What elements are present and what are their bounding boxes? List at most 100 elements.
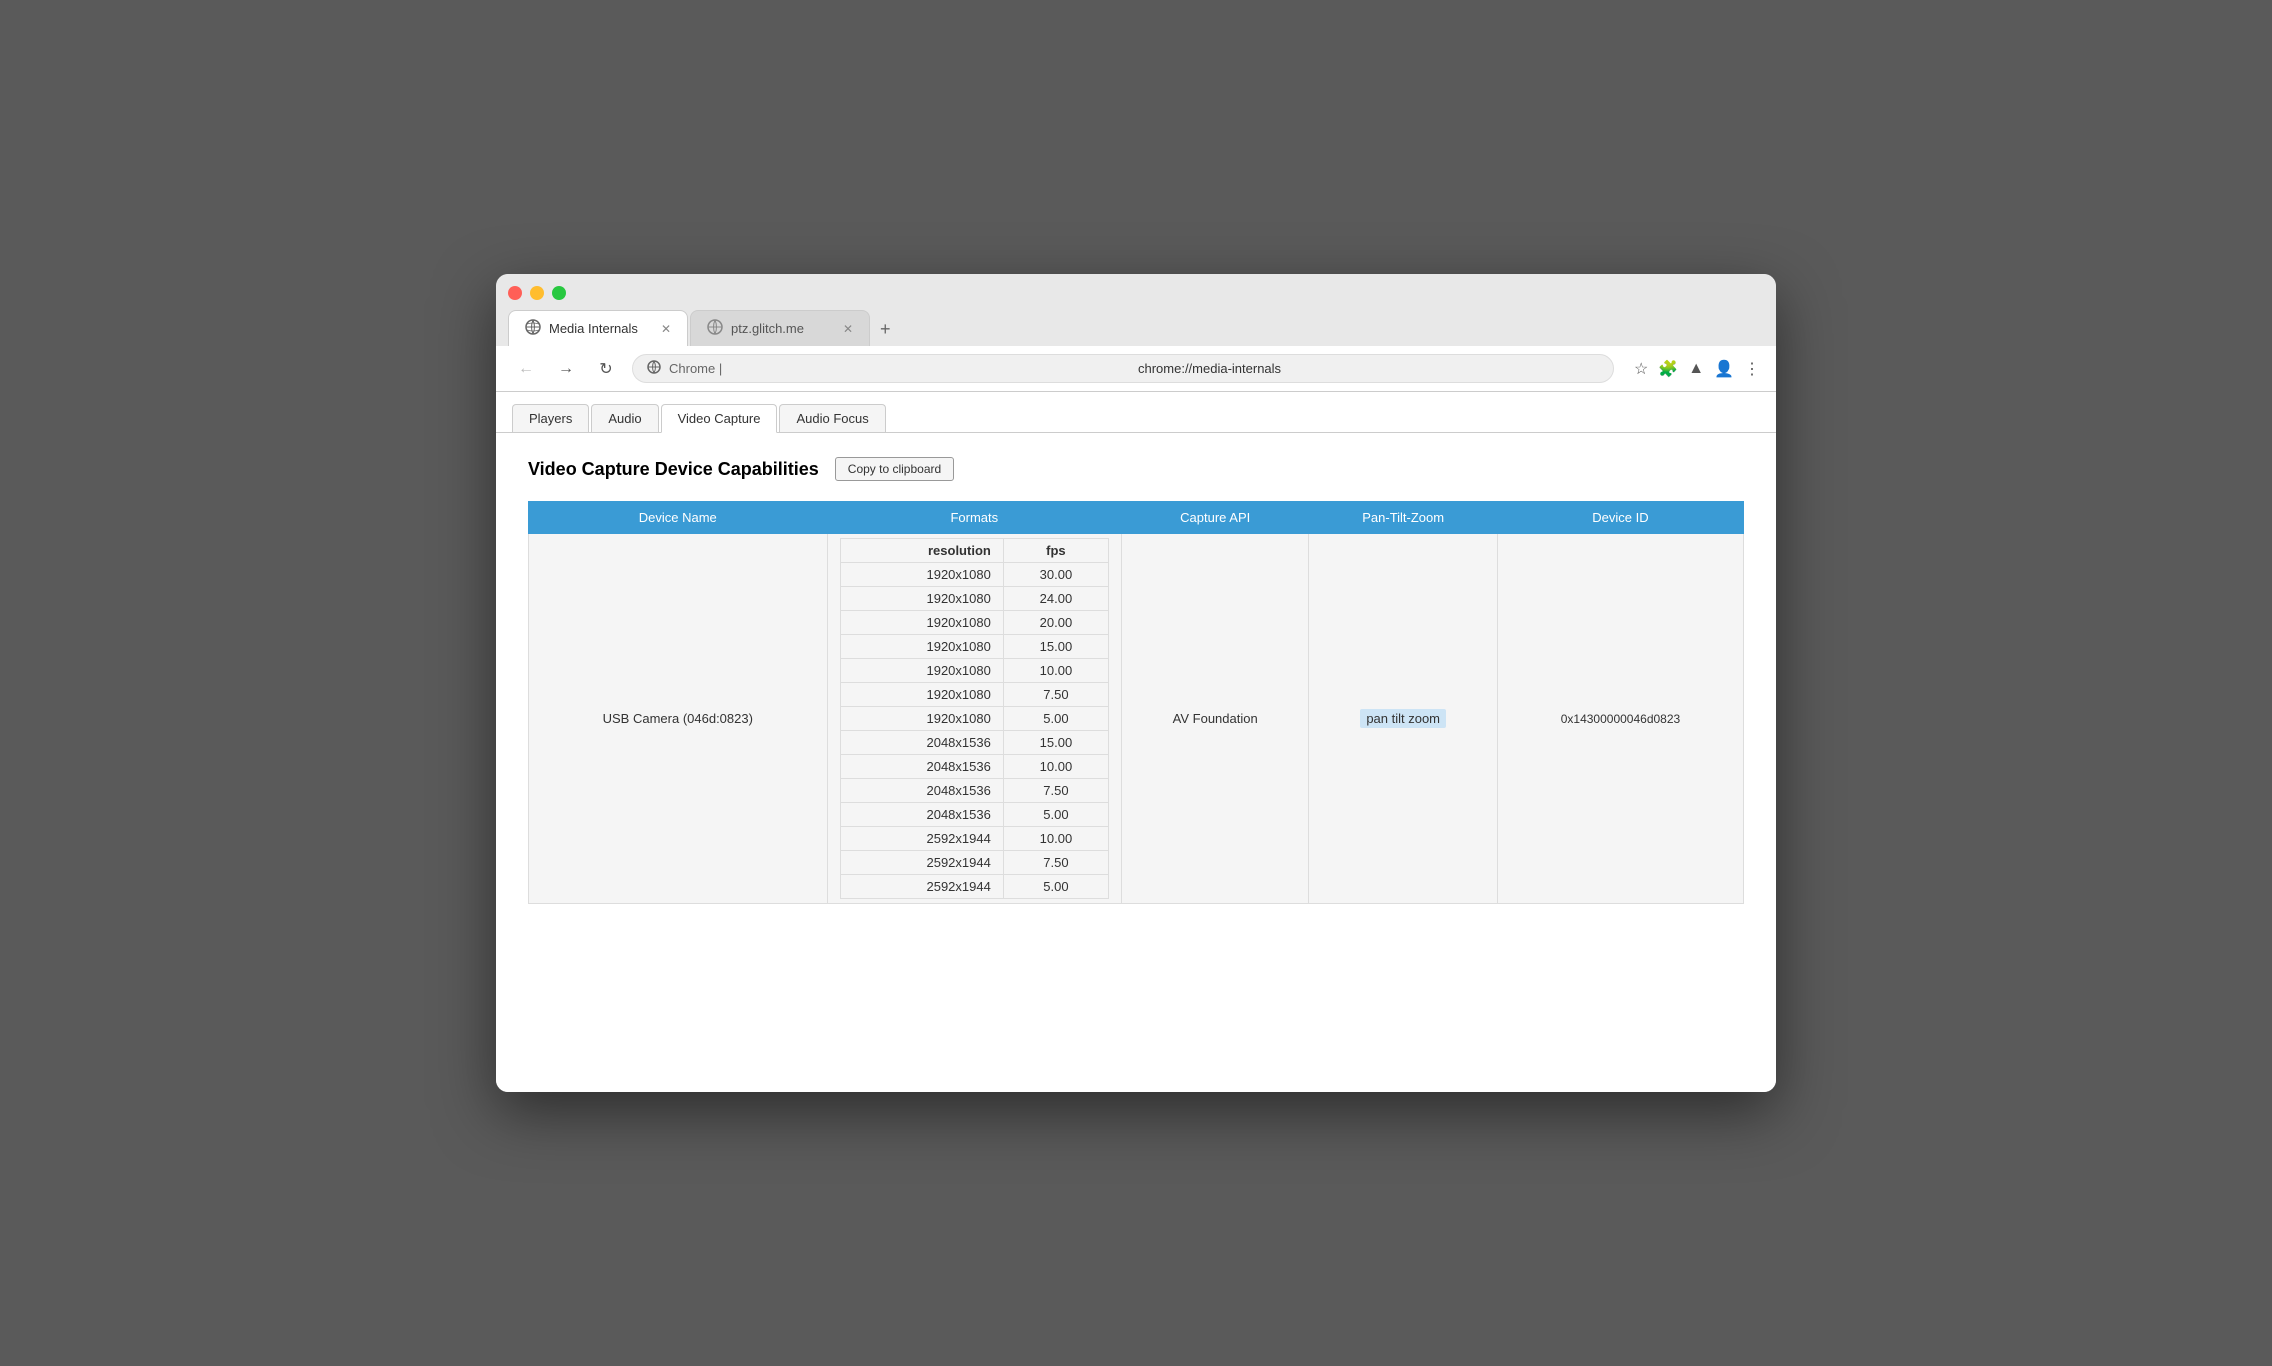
globe-icon xyxy=(525,319,541,338)
reload-button[interactable]: ↻ xyxy=(592,355,620,383)
address-prefix: Chrome | xyxy=(669,361,1130,376)
format-row: 1920x108015.00 xyxy=(840,635,1108,659)
format-fps: 5.00 xyxy=(1003,707,1108,731)
format-resolution: 1920x1080 xyxy=(840,563,1003,587)
ptz-cell: pan tilt zoom xyxy=(1309,534,1498,904)
section-title: Video Capture Device Capabilities xyxy=(528,459,819,480)
format-resolution: 2592x1944 xyxy=(840,851,1003,875)
title-bar: Media Internals ✕ ptz.glitch.me ✕ + xyxy=(496,274,1776,346)
device-id-cell: 0x14300000046d0823 xyxy=(1497,534,1743,904)
formats-inner-table: resolution fps 1920x108030.001920x108024… xyxy=(840,538,1109,899)
tab-media-internals[interactable]: Media Internals ✕ xyxy=(508,310,688,346)
tabs-bar: Media Internals ✕ ptz.glitch.me ✕ + xyxy=(508,310,1764,346)
forward-button[interactable]: → xyxy=(552,355,580,383)
format-resolution: 1920x1080 xyxy=(840,611,1003,635)
page-tab-audio-focus[interactable]: Audio Focus xyxy=(779,404,885,432)
format-resolution: 1920x1080 xyxy=(840,635,1003,659)
main-content: Video Capture Device Capabilities Copy t… xyxy=(496,433,1776,928)
format-fps: 10.00 xyxy=(1003,827,1108,851)
format-fps: 10.00 xyxy=(1003,755,1108,779)
capture-api-cell: AV Foundation xyxy=(1122,534,1309,904)
account-icon[interactable]: 👤 xyxy=(1714,359,1734,379)
star-icon[interactable]: ☆ xyxy=(1634,359,1648,379)
profile-icon[interactable]: ▲ xyxy=(1688,360,1704,378)
col-header-device-id: Device ID xyxy=(1497,502,1743,534)
capture-api-value: AV Foundation xyxy=(1173,711,1258,726)
format-fps: 10.00 xyxy=(1003,659,1108,683)
format-row: 2592x194410.00 xyxy=(840,827,1108,851)
address-bar: ← → ↻ Chrome | chrome://media-internals … xyxy=(496,346,1776,392)
format-resolution: 2592x1944 xyxy=(840,827,1003,851)
format-resolution: 1920x1080 xyxy=(840,707,1003,731)
format-resolution: 1920x1080 xyxy=(840,587,1003,611)
format-row: 1920x108024.00 xyxy=(840,587,1108,611)
format-fps: 5.00 xyxy=(1003,875,1108,899)
format-fps: 15.00 xyxy=(1003,635,1108,659)
maximize-button[interactable] xyxy=(552,286,566,300)
format-row: 2592x19447.50 xyxy=(840,851,1108,875)
format-row: 2048x153615.00 xyxy=(840,731,1108,755)
traffic-lights xyxy=(508,286,1764,310)
format-row: 1920x108030.00 xyxy=(840,563,1108,587)
formats-fps-header: fps xyxy=(1003,539,1108,563)
address-url: chrome://media-internals xyxy=(1138,361,1599,376)
ptz-value: pan tilt zoom xyxy=(1360,709,1446,728)
secure-icon xyxy=(647,360,661,377)
copy-to-clipboard-button[interactable]: Copy to clipboard xyxy=(835,457,954,481)
page-tab-players[interactable]: Players xyxy=(512,404,589,432)
extensions-icon[interactable]: 🧩 xyxy=(1658,359,1678,379)
device-id-value: 0x14300000046d0823 xyxy=(1561,712,1680,726)
tab-close-ptz[interactable]: ✕ xyxy=(843,322,853,336)
browser-window: Media Internals ✕ ptz.glitch.me ✕ + ← → xyxy=(496,274,1776,1092)
format-row: 2048x15367.50 xyxy=(840,779,1108,803)
close-button[interactable] xyxy=(508,286,522,300)
formats-cell: resolution fps 1920x108030.001920x108024… xyxy=(827,534,1121,904)
toolbar-icons: ☆ 🧩 ▲ 👤 ⋮ xyxy=(1634,359,1760,379)
table-row: USB Camera (046d:0823) resolution fps 19… xyxy=(529,534,1744,904)
format-fps: 7.50 xyxy=(1003,779,1108,803)
format-fps: 15.00 xyxy=(1003,731,1108,755)
format-resolution: 2048x1536 xyxy=(840,803,1003,827)
device-name-value: USB Camera (046d:0823) xyxy=(603,711,753,726)
capabilities-table: Device Name Formats Capture API Pan-Tilt… xyxy=(528,501,1744,904)
address-input-container[interactable]: Chrome | chrome://media-internals xyxy=(632,354,1614,383)
format-resolution: 1920x1080 xyxy=(840,659,1003,683)
globe-icon-2 xyxy=(707,319,723,338)
menu-icon[interactable]: ⋮ xyxy=(1744,359,1760,379)
col-header-ptz: Pan-Tilt-Zoom xyxy=(1309,502,1498,534)
format-resolution: 2048x1536 xyxy=(840,755,1003,779)
format-row: 1920x108010.00 xyxy=(840,659,1108,683)
format-fps: 24.00 xyxy=(1003,587,1108,611)
format-resolution: 2592x1944 xyxy=(840,875,1003,899)
format-resolution: 2048x1536 xyxy=(840,731,1003,755)
tab-close-media-internals[interactable]: ✕ xyxy=(661,322,671,336)
tab-media-internals-label: Media Internals xyxy=(549,321,638,336)
format-row: 2048x153610.00 xyxy=(840,755,1108,779)
section-header: Video Capture Device Capabilities Copy t… xyxy=(528,457,1744,481)
format-row: 2048x15365.00 xyxy=(840,803,1108,827)
page-content: Players Audio Video Capture Audio Focus … xyxy=(496,392,1776,1092)
formats-res-header: resolution xyxy=(840,539,1003,563)
tab-ptz-label: ptz.glitch.me xyxy=(731,321,804,336)
format-row: 1920x108020.00 xyxy=(840,611,1108,635)
format-resolution: 1920x1080 xyxy=(840,683,1003,707)
format-fps: 5.00 xyxy=(1003,803,1108,827)
page-tab-video-capture[interactable]: Video Capture xyxy=(661,404,778,433)
col-header-formats: Formats xyxy=(827,502,1121,534)
format-row: 2592x19445.00 xyxy=(840,875,1108,899)
formats-header-row: resolution fps xyxy=(840,539,1108,563)
format-resolution: 2048x1536 xyxy=(840,779,1003,803)
back-button[interactable]: ← xyxy=(512,355,540,383)
format-fps: 20.00 xyxy=(1003,611,1108,635)
format-row: 1920x10807.50 xyxy=(840,683,1108,707)
format-fps: 7.50 xyxy=(1003,851,1108,875)
minimize-button[interactable] xyxy=(530,286,544,300)
format-row: 1920x10805.00 xyxy=(840,707,1108,731)
page-tab-audio[interactable]: Audio xyxy=(591,404,658,432)
col-header-capture-api: Capture API xyxy=(1122,502,1309,534)
tab-ptz-glitch[interactable]: ptz.glitch.me ✕ xyxy=(690,310,870,346)
new-tab-button[interactable]: + xyxy=(872,315,899,344)
col-header-device-name: Device Name xyxy=(529,502,828,534)
format-fps: 7.50 xyxy=(1003,683,1108,707)
format-fps: 30.00 xyxy=(1003,563,1108,587)
